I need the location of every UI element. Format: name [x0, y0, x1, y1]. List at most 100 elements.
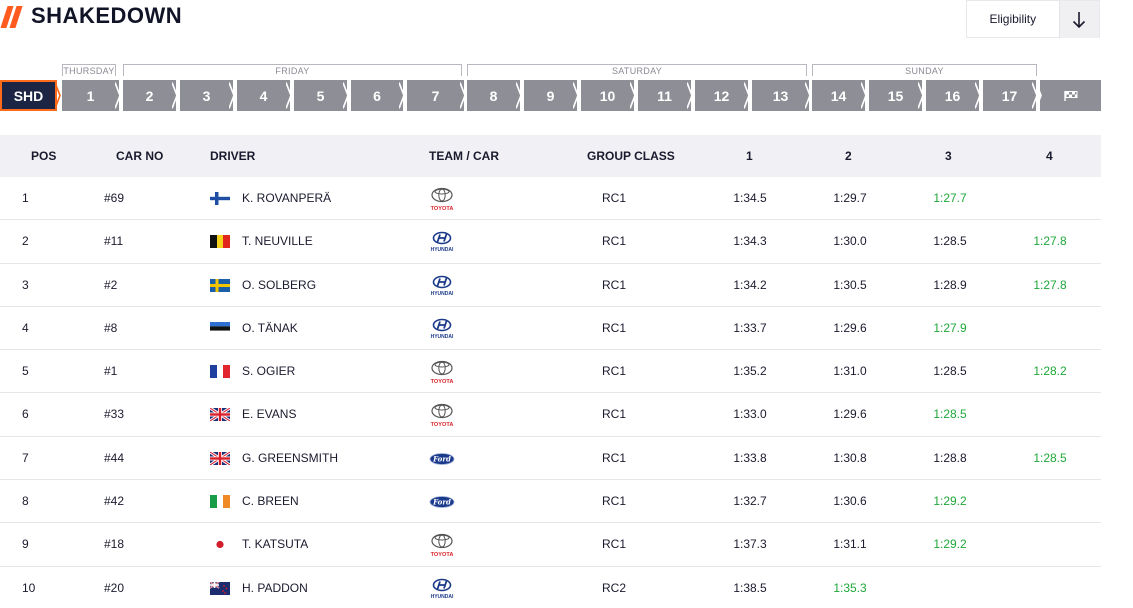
- cell-split-2: 1:29.6: [833, 320, 867, 335]
- cell-split-3: 1:28.8: [933, 450, 967, 465]
- stage-selector: SHD 1 2 3 4 5 6 7 8 9 10 11 12 13 14 15 16 17: [0, 80, 1101, 111]
- stage-tab-13[interactable]: 13: [752, 80, 809, 111]
- cell-driver: C. BREEN: [242, 494, 299, 509]
- day-label-text: FRIDAY: [275, 66, 310, 76]
- svg-text:HYUNDAI: HYUNDAI: [431, 247, 454, 253]
- stage-tab-11[interactable]: 11: [638, 80, 691, 111]
- stage-tab-17[interactable]: 17: [983, 80, 1036, 111]
- hyundai-logo-icon: HYUNDAI: [428, 228, 456, 256]
- cell-split-1: 1:34.3: [733, 234, 767, 249]
- toyota-logo-icon: TOYOTA: [428, 531, 456, 559]
- page-header: SHAKEDOWN Eligibility: [0, 0, 1133, 40]
- cell-split-3: 1:27.7: [933, 191, 967, 205]
- stage-tab-15[interactable]: 15: [869, 80, 922, 111]
- stage-tab-1[interactable]: 1: [62, 80, 119, 111]
- cell-split-2: 1:29.6: [833, 407, 867, 422]
- stage-tab-14[interactable]: 14: [812, 80, 865, 111]
- cell-split-4: [1010, 523, 1090, 566]
- stage-tab-4[interactable]: 4: [237, 80, 290, 111]
- cell-driver: G. GREENSMITH: [242, 450, 339, 465]
- stage-tab-12[interactable]: 12: [695, 80, 748, 111]
- cell-car-no: #33: [104, 407, 125, 422]
- cell-pos: 2: [22, 234, 29, 249]
- flag-icon-swe: [210, 278, 230, 292]
- cell-split-3: 1:27.9: [933, 320, 967, 335]
- day-label-thursday: THURSDAY: [62, 64, 116, 76]
- table-row[interactable]: TOYOTA 1 #69 K. ROVANPERÄ RC1 1:34.5 1:29.7 1:…: [0, 177, 1101, 221]
- table-row[interactable]: Ford 8 #42 C. BREEN RC1 1:32.7 1:30.6 1:29.2: [0, 480, 1101, 524]
- svg-text:TOYOTA: TOYOTA: [431, 206, 454, 212]
- flag-icon-gbr: [210, 451, 230, 465]
- table-row[interactable]: TOYOTA 5 #1 S. OGIER RC1 1:35.2 1:31.0 1:28.5 1…: [0, 350, 1101, 394]
- stage-tab-16[interactable]: 16: [926, 80, 979, 111]
- svg-text:Ford: Ford: [432, 454, 451, 463]
- cell-driver: S. OGIER: [242, 364, 296, 379]
- cell-group-class: RC1: [601, 320, 626, 335]
- table-row[interactable]: HYUNDAI 4 #8 O. TÄNAK RC1 1:33.7 1:29.6 1:27.9: [0, 307, 1101, 351]
- cell-pos: 7: [22, 450, 29, 465]
- cell-split-1: 1:34.5: [733, 191, 767, 205]
- cell-car-no: #11: [104, 234, 124, 249]
- cell-split-4: [1010, 307, 1090, 350]
- ford-logo-icon: Ford: [428, 488, 456, 516]
- cell-car-no: #69: [104, 191, 125, 205]
- day-label-sunday: SUNDAY: [812, 64, 1037, 76]
- cell-driver: T. NEUVILLE: [242, 234, 313, 249]
- svg-text:TOYOTA: TOYOTA: [431, 552, 454, 558]
- cell-pos: 5: [22, 364, 29, 379]
- cell-pos: 1: [22, 191, 29, 205]
- table-row[interactable]: TOYOTA 9 #18 T. KATSUTA RC1 1:37.3 1:31.1 1:29…: [0, 523, 1101, 567]
- cell-split-4: 1:28.5: [1033, 450, 1067, 465]
- cell-group-class: RC1: [601, 364, 626, 379]
- stage-tab-finish[interactable]: [1040, 80, 1101, 111]
- day-label-text: SUNDAY: [905, 66, 944, 76]
- cell-group-class: RC1: [601, 234, 626, 249]
- cell-split-2: 1:29.7: [833, 191, 867, 205]
- column-header-split-2: 2: [845, 149, 852, 163]
- column-header-split-3: 3: [945, 149, 952, 163]
- column-header-split-4: 4: [1046, 149, 1053, 163]
- cell-split-1: 1:35.2: [733, 364, 767, 379]
- table-row[interactable]: HYUNDAI 3 #2 O. SOLBERG RC1 1:34.2 1:30.5 1:28…: [0, 264, 1101, 307]
- table-row[interactable]: HYUNDAI 2 #11 T. NEUVILLE RC1 1:34.3 1:30.0 1:…: [0, 220, 1101, 264]
- eligibility-label[interactable]: Eligibility: [967, 1, 1059, 37]
- cell-split-3: 1:28.5: [933, 407, 967, 422]
- cell-split-4: 1:27.8: [1033, 234, 1067, 249]
- flag-icon-jpn: [210, 538, 230, 552]
- stage-tab-8[interactable]: 8: [467, 80, 520, 111]
- cell-split-4: 1:28.2: [1033, 364, 1067, 379]
- cell-split-2: 1:30.6: [833, 494, 867, 509]
- cell-pos: 9: [22, 537, 29, 552]
- table-header: POS CAR NO DRIVER TEAM / CAR GROUP CLASS 1 2 3 4: [0, 135, 1101, 177]
- stage-tab-2[interactable]: 2: [123, 80, 176, 111]
- cell-split-2: 1:31.1: [833, 537, 867, 552]
- sort-button[interactable]: [1058, 1, 1099, 38]
- flag-icon-nzl: [210, 581, 230, 595]
- table-row[interactable]: HYUNDAI 10 #20 H. PADDON RC2 1:38.5 1:35.3: [0, 567, 1101, 608]
- hyundai-logo-icon: HYUNDAI: [428, 272, 456, 300]
- page-title: SHAKEDOWN: [31, 3, 183, 28]
- checkered-flag-icon: [1063, 90, 1077, 101]
- table-body: TOYOTA 1 #69 K. ROVANPERÄ RC1 1:34.5 1:29.7 1:…: [0, 177, 1101, 608]
- flag-icon-est: [210, 321, 230, 335]
- cell-driver: O. TÄNAK: [242, 320, 298, 335]
- stage-tab-5[interactable]: 5: [294, 80, 347, 111]
- stage-tab-7[interactable]: 7: [407, 80, 464, 111]
- svg-text:HYUNDAI: HYUNDAI: [431, 594, 454, 600]
- column-header-driver: DRIVER: [210, 149, 256, 163]
- table-row[interactable]: Ford 7 #44 G. GREENSMITH RC1 1:33.8 1:30.8 1:2…: [0, 437, 1101, 481]
- cell-group-class: RC1: [601, 450, 626, 465]
- eligibility-filter[interactable]: Eligibility: [966, 0, 1100, 38]
- stage-tab-9[interactable]: 9: [524, 80, 577, 111]
- cell-split-4: 1:27.8: [1033, 277, 1067, 292]
- table-row[interactable]: TOYOTA 6 #33 E. EVANS RC1 1:33.0 1:29.6 1:28.5: [0, 393, 1101, 437]
- stage-tab-shd[interactable]: SHD: [0, 80, 57, 111]
- cell-split-3: 1:28.9: [933, 277, 967, 292]
- cell-split-1: 1:33.8: [733, 450, 767, 465]
- stage-tab-6[interactable]: 6: [351, 80, 403, 111]
- cell-split-4: [1010, 393, 1090, 436]
- cell-split-3: 1:29.2: [933, 537, 967, 552]
- stage-tab-3[interactable]: 3: [180, 80, 233, 111]
- cell-split-2: 1:30.8: [833, 450, 867, 465]
- stage-tab-10[interactable]: 10: [581, 80, 634, 111]
